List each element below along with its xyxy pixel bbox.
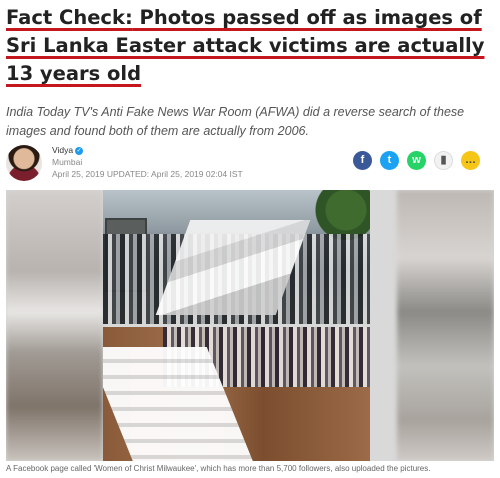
author-location: Mumbai <box>52 157 83 167</box>
blurred-background-right <box>397 190 494 461</box>
whatsapp-share-icon[interactable]: w <box>407 151 426 170</box>
share-bar: f t w ▮ … <box>353 151 480 170</box>
bookmark-icon[interactable]: ▮ <box>434 151 453 170</box>
image-caption: A Facebook page called 'Women of Christ … <box>6 464 431 473</box>
funeral-crowd-photo <box>103 190 370 324</box>
fact-check-label: Fact Check: <box>6 6 133 29</box>
facebook-share-icon[interactable]: f <box>353 151 372 170</box>
author-name-text: Vidya <box>52 145 74 155</box>
article-headline: Fact Check: Photos passed off as images … <box>6 4 494 88</box>
article-image <box>6 190 494 461</box>
author-name[interactable]: Vidya ✓ <box>52 145 84 155</box>
mass-grave-photo <box>103 327 370 461</box>
author-avatar[interactable] <box>6 145 42 181</box>
twitter-share-icon[interactable]: t <box>380 151 399 170</box>
blurred-background-left <box>6 190 103 461</box>
tree-shape <box>310 190 370 240</box>
byline: Vidya ✓ Mumbai April 25, 2019 UPDATED: Ap… <box>6 145 494 183</box>
comment-icon[interactable]: … <box>461 151 480 170</box>
publish-dates: April 25, 2019 UPDATED: April 25, 2019 0… <box>52 169 243 179</box>
article-summary: India Today TV's Anti Fake News War Room… <box>6 105 465 138</box>
verified-icon: ✓ <box>75 146 84 155</box>
